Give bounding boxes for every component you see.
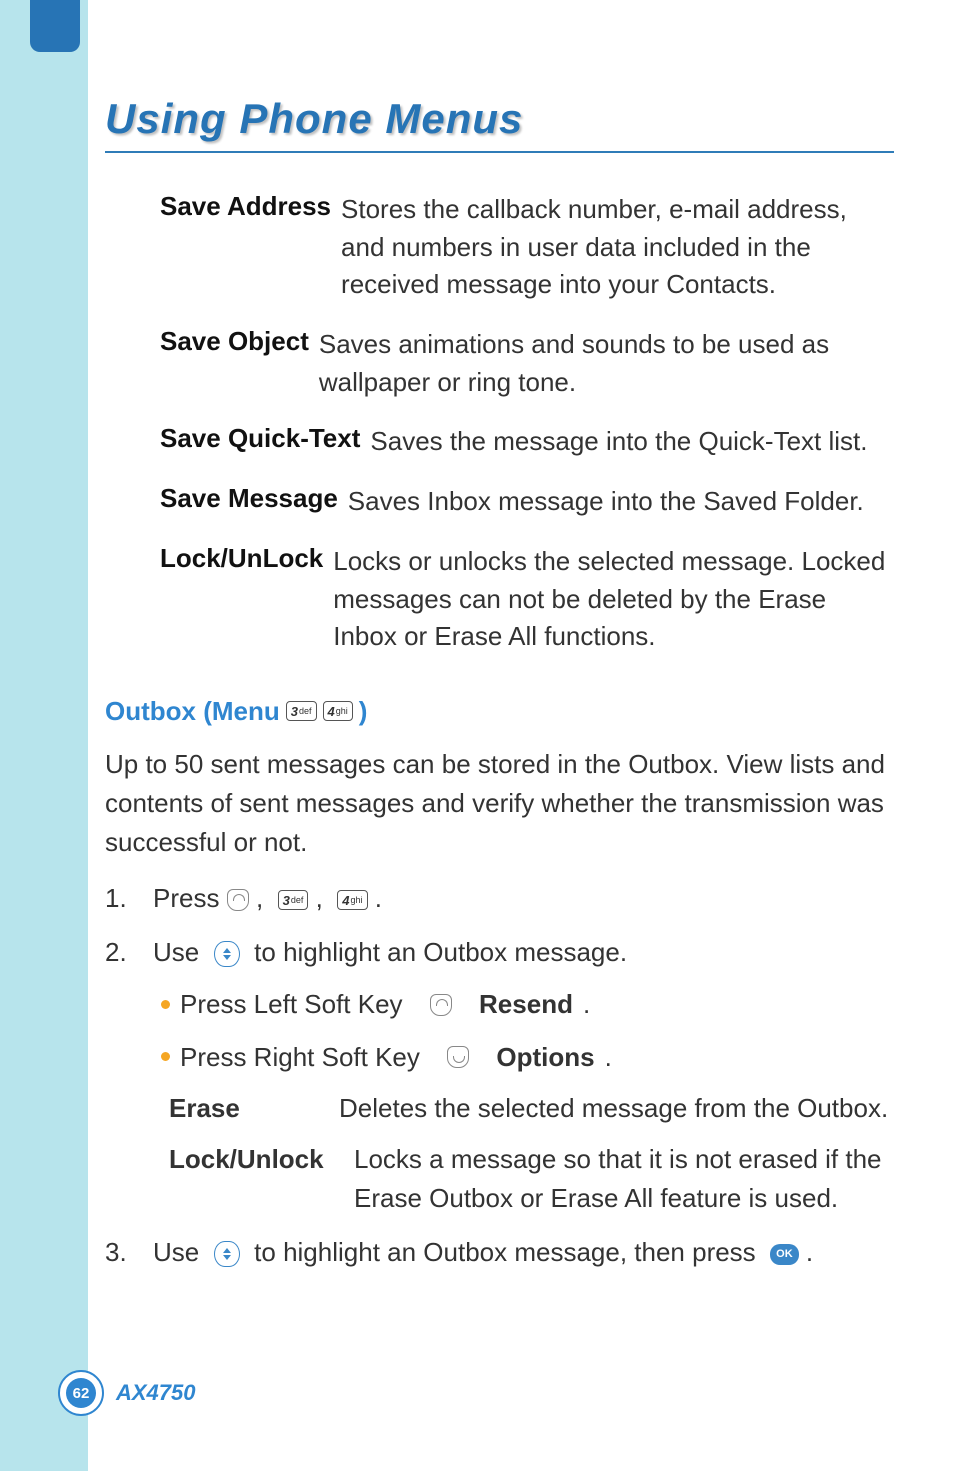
section-label-pre: Outbox (Menu bbox=[105, 696, 280, 727]
option-lock-unlock: Lock/Unlock Locks a message so that it i… bbox=[169, 1140, 894, 1218]
bullet-resend: Press Left Soft Key Resend. bbox=[161, 984, 894, 1024]
step1-press: Press bbox=[153, 883, 219, 913]
term-save-message: Save Message bbox=[160, 483, 338, 514]
term-save-quicktext: Save Quick-Text bbox=[160, 423, 360, 454]
bullet-dot-icon bbox=[161, 1000, 170, 1009]
step1-comma1: , bbox=[256, 883, 263, 913]
key-4ghi-icon: 4ghi bbox=[337, 890, 367, 910]
ok-button-icon: OK bbox=[770, 1244, 799, 1265]
page-title: Using Phone Menus bbox=[105, 95, 894, 143]
bullet1-pre: Press Left Soft Key bbox=[180, 984, 403, 1024]
bullet1-period: . bbox=[583, 984, 590, 1024]
left-softkey-icon bbox=[227, 889, 249, 911]
step3-period: . bbox=[806, 1237, 813, 1267]
nav-updown-icon bbox=[214, 1241, 240, 1267]
left-softkey-icon bbox=[430, 994, 452, 1016]
step2-sub-bullets: Press Left Soft Key Resend. Press Right … bbox=[161, 984, 894, 1218]
model-label: AX4750 bbox=[116, 1380, 196, 1406]
erase-term: Erase bbox=[169, 1089, 339, 1128]
definition-save-quicktext: Save Quick-Text Saves the message into t… bbox=[160, 423, 894, 461]
step-1: Press , 3def , 4ghi . bbox=[105, 878, 894, 918]
definition-save-object: Save Object Saves animations and sounds … bbox=[160, 326, 894, 401]
outbox-intro: Up to 50 sent messages can be stored in … bbox=[105, 745, 894, 862]
top-tab-decoration bbox=[30, 0, 80, 52]
section-label-post: ) bbox=[359, 696, 368, 727]
desc-save-object: Saves animations and sounds to be used a… bbox=[319, 326, 894, 401]
step2-post: to highlight an Outbox message. bbox=[254, 937, 627, 967]
desc-lock-unlock: Locks or unlocks the selected message. L… bbox=[333, 543, 894, 656]
step1-comma2: , bbox=[316, 883, 323, 913]
option-erase: Erase Deletes the selected message from … bbox=[169, 1089, 894, 1128]
term-save-object: Save Object bbox=[160, 326, 309, 357]
bullet-dot-icon bbox=[161, 1052, 170, 1061]
step2-use: Use bbox=[153, 937, 199, 967]
definition-save-message: Save Message Saves Inbox message into th… bbox=[160, 483, 894, 521]
step-3: Use to highlight an Outbox message, then… bbox=[105, 1232, 894, 1272]
lockunlock-term: Lock/Unlock bbox=[169, 1140, 354, 1218]
term-save-address: Save Address bbox=[160, 191, 331, 222]
desc-save-quicktext: Saves the message into the Quick-Text li… bbox=[370, 423, 867, 461]
nav-updown-icon bbox=[214, 941, 240, 967]
definition-save-address: Save Address Stores the callback number,… bbox=[160, 191, 894, 304]
page-number-badge: 62 bbox=[58, 1370, 104, 1416]
key-3def-icon: 3def bbox=[286, 701, 317, 721]
section-outbox-heading: Outbox (Menu 3def 4ghi ) bbox=[105, 696, 894, 727]
page-number: 62 bbox=[66, 1378, 96, 1408]
desc-save-message: Saves Inbox message into the Saved Folde… bbox=[348, 483, 864, 521]
step3-mid: to highlight an Outbox message, then pre… bbox=[254, 1237, 756, 1267]
page-content: Using Phone Menus Save Address Stores th… bbox=[105, 95, 894, 1286]
desc-save-address: Stores the callback number, e-mail addre… bbox=[341, 191, 894, 304]
step-2: Use to highlight an Outbox message. Pres… bbox=[105, 932, 894, 1218]
bullet1-bold: Resend bbox=[479, 984, 573, 1024]
step3-use: Use bbox=[153, 1237, 199, 1267]
bullet2-pre: Press Right Soft Key bbox=[180, 1037, 420, 1077]
bullet2-period: . bbox=[605, 1037, 612, 1077]
right-softkey-icon bbox=[447, 1046, 469, 1068]
title-rule bbox=[105, 151, 894, 153]
lockunlock-desc: Locks a message so that it is not erased… bbox=[354, 1140, 894, 1218]
key-4ghi-icon: 4ghi bbox=[323, 701, 353, 721]
term-lock-unlock: Lock/UnLock bbox=[160, 543, 323, 574]
key-3def-icon: 3def bbox=[278, 890, 309, 910]
definition-lock-unlock: Lock/UnLock Locks or unlocks the selecte… bbox=[160, 543, 894, 656]
erase-desc: Deletes the selected message from the Ou… bbox=[339, 1089, 888, 1128]
left-sidebar-stripe bbox=[0, 0, 88, 1471]
bullet-options: Press Right Soft Key Options. bbox=[161, 1037, 894, 1077]
bullet2-bold: Options bbox=[496, 1037, 594, 1077]
page-footer: 62 AX4750 bbox=[58, 1370, 196, 1416]
step1-period: . bbox=[375, 883, 382, 913]
steps-list: Press , 3def , 4ghi . Use to highlight a… bbox=[105, 878, 894, 1272]
